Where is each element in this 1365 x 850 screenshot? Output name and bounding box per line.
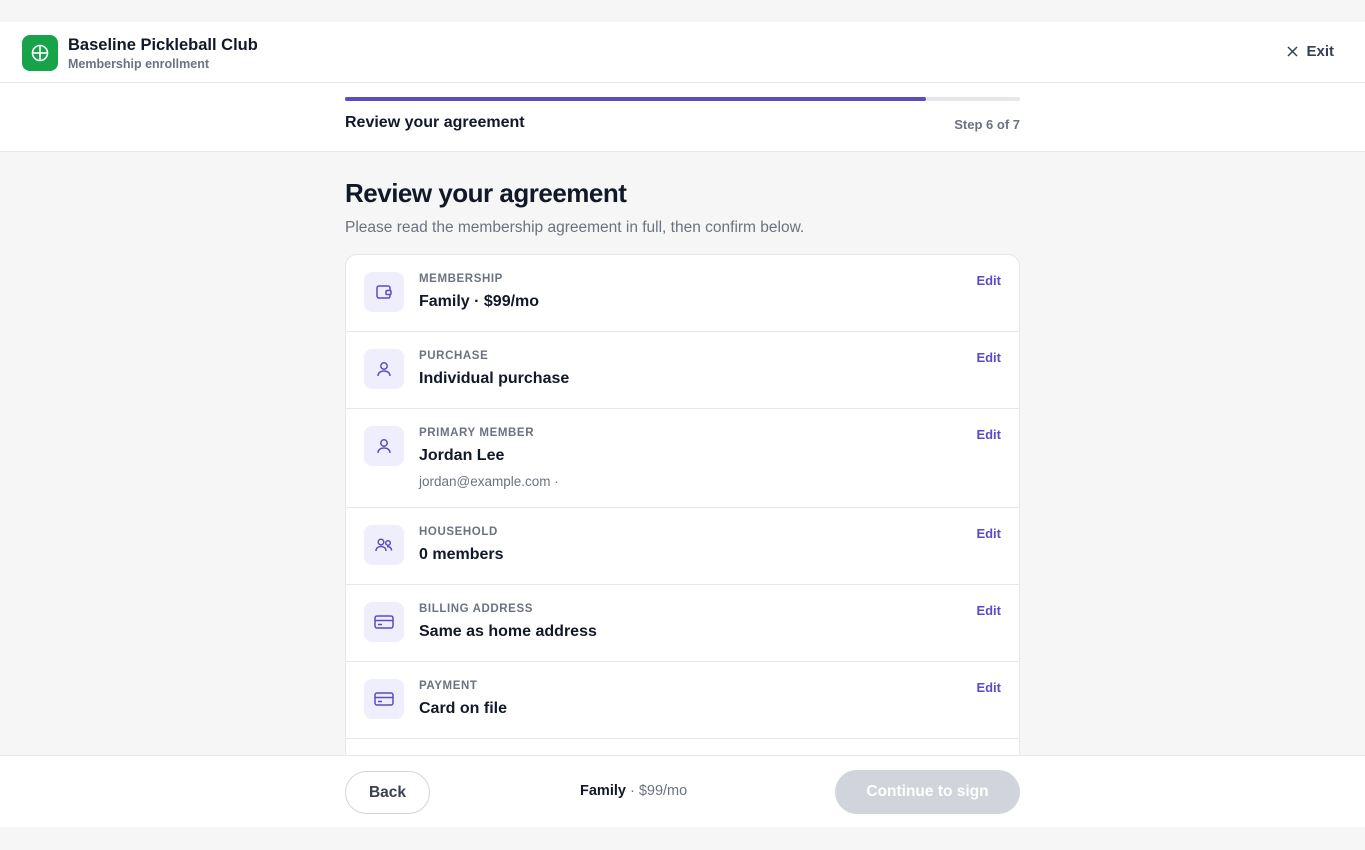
page-intro: Please read the membership agreement in … [345,219,805,236]
crosshair-icon [31,44,49,62]
row-label: PRIMARY MEMBER [419,427,535,439]
row-label: PAYMENT [419,680,478,692]
club-name: Baseline Pickleball Club [68,36,258,54]
edit-household-link[interactable]: Edit [976,526,1001,541]
page-title: Review your agreement [345,178,627,208]
continue-to-sign-button[interactable]: Continue to sign [835,770,1020,814]
plan-name: Family [580,783,626,799]
summary-card: MEMBERSHIP Family · $99/mo Edit PURCHASE… [345,254,1020,774]
step-count: Step 6 of 7 [954,117,1020,132]
plan-price: · $99/mo [625,783,688,799]
summary-row-primary-member: PRIMARY MEMBER Jordan Lee jordan@example… [346,409,1019,508]
credit-card-icon [364,602,404,642]
bottom-gutter [0,827,1365,850]
member-email: jordan@example.com · [419,474,559,489]
step-title: Review your agreement [345,114,525,131]
row-value: Card on file [419,700,508,717]
user-icon [364,349,404,389]
edit-purchase-link[interactable]: Edit [976,350,1001,365]
row-label: PURCHASE [419,350,489,362]
row-value: Same as home address [419,623,597,640]
summary-row-purchase: PURCHASE Individual purchase Edit [346,332,1019,409]
plan-summary: Family · $99/mo [580,783,687,799]
row-value: 0 members [419,546,504,563]
row-label: BILLING ADDRESS [419,603,533,615]
summary-row-membership: MEMBERSHIP Family · $99/mo Edit [346,255,1019,332]
app-subtitle: Membership enrollment [68,57,209,71]
exit-button[interactable]: Exit [1287,43,1334,60]
main-content: Review your agreement Please read the me… [345,152,1020,774]
row-label: HOUSEHOLD [419,526,498,538]
edit-payment-link[interactable]: Edit [976,680,1001,695]
wallet-icon [364,272,404,312]
close-icon [1287,46,1299,57]
top-bar: Baseline Pickleball Club Membership enro… [0,22,1365,83]
exit-label: Exit [1306,43,1334,60]
footer-bar: Back Family · $99/mo Continue to sign [0,755,1365,827]
row-value: Individual purchase [419,370,570,387]
user-icon [364,426,404,466]
summary-row-payment: PAYMENT Card on file Edit [346,662,1019,739]
row-label: MEMBERSHIP [419,273,503,285]
edit-billing-address-link[interactable]: Edit [976,603,1001,618]
progress-fill [345,97,926,101]
edit-primary-member-link[interactable]: Edit [976,427,1001,442]
summary-row-billing-address: BILLING ADDRESS Same as home address Edi… [346,585,1019,662]
back-button[interactable]: Back [345,771,430,814]
edit-membership-link[interactable]: Edit [976,273,1001,288]
row-value: Family · $99/mo [419,293,540,310]
club-logo [22,35,58,71]
row-value: Jordan Lee [419,447,505,464]
summary-row-household: HOUSEHOLD 0 members Edit [346,508,1019,585]
progress-header: Review your agreement Step 6 of 7 [0,83,1365,152]
progress-track [345,97,1020,101]
credit-card-icon [364,679,404,719]
users-icon [364,525,404,565]
